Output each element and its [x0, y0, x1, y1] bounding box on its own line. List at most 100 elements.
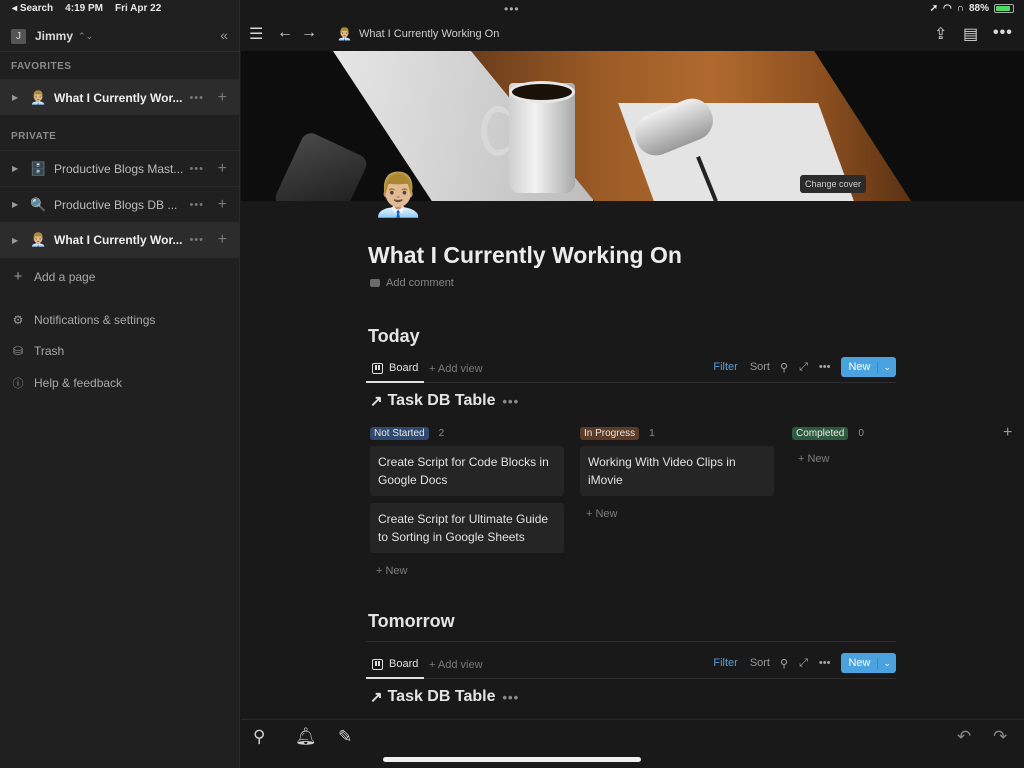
sort-button[interactable]: Sort	[750, 361, 770, 373]
new-card-button[interactable]: + New	[798, 453, 987, 465]
add-subpage-icon[interactable]: +	[218, 196, 227, 214]
board-card[interactable]: Create Script for Code Blocks in Google …	[370, 446, 564, 496]
expand-triangle-icon[interactable]: ▶	[12, 93, 22, 102]
status-tag[interactable]: Not Started	[370, 426, 429, 440]
battery-percent: 88%	[968, 3, 989, 14]
add-subpage-icon[interactable]: +	[218, 89, 227, 107]
hamburger-menu-icon[interactable]: ☰	[249, 24, 263, 44]
sidebar-item-productive-blogs-master[interactable]: ▶ 🗄️ Productive Blogs Mast... ••• +	[0, 150, 240, 186]
expand-triangle-icon[interactable]: ▶	[12, 164, 22, 173]
breadcrumb[interactable]: 👨🏼‍💼 What I Currently Working On	[337, 27, 499, 41]
comments-icon[interactable]: ▤	[963, 24, 978, 44]
search-icon[interactable]: ⚲	[253, 727, 265, 747]
notifications-settings-link[interactable]: ⚙ Notifications & settings	[11, 313, 156, 327]
share-icon[interactable]: ⇪	[934, 24, 947, 44]
database-title[interactable]: ↗ Task DB Table •••	[370, 688, 519, 706]
divider	[0, 51, 240, 52]
headphones-icon: ∩	[956, 3, 964, 14]
filter-button[interactable]: Filter	[713, 657, 737, 669]
column-count: 1	[649, 427, 655, 439]
tab-board-label: Board	[389, 658, 419, 670]
workspace-switcher[interactable]: J Jimmy ⌃⌄ «	[0, 22, 240, 50]
private-label: PRIVATE	[11, 131, 57, 142]
new-record-button[interactable]: New ⌄	[841, 653, 896, 673]
add-group-icon[interactable]: +	[1003, 424, 1012, 442]
expand-icon[interactable]: ⤢	[799, 361, 808, 374]
ios-status-bar: ◂ Search 4:19 PM Fri Apr 22 ••• ➚ ◠ ∩ 88…	[0, 0, 1024, 18]
more-options-icon[interactable]: •••	[993, 24, 1013, 42]
sidebar-item-what-i-currently-working-on[interactable]: ▶ 👨🏼‍💼 What I Currently Wor... ••• +	[0, 222, 240, 258]
more-icon[interactable]: •••	[502, 690, 519, 705]
new-card-button[interactable]: + New	[376, 565, 565, 577]
column-count: 0	[858, 427, 864, 439]
comment-icon	[370, 279, 380, 287]
more-icon[interactable]: •••	[189, 234, 204, 246]
add-view-button[interactable]: + Add view	[429, 363, 483, 375]
status-tag[interactable]: Completed	[792, 426, 849, 440]
more-icon[interactable]: •••	[189, 163, 204, 175]
favorites-label: FAVORITES	[11, 61, 72, 72]
sidebar-item-label: What I Currently Wor...	[54, 233, 183, 247]
expand-icon[interactable]: ⤢	[799, 657, 808, 670]
sidebar-item-productive-blogs-db[interactable]: ▶ 🔍 Productive Blogs DB ... ••• +	[0, 186, 240, 222]
database-title-label: Task DB Table	[387, 688, 496, 705]
multitasking-dots[interactable]: •••	[504, 2, 520, 16]
section-title-tomorrow[interactable]: Tomorrow	[368, 611, 455, 632]
back-to-search-link[interactable]: ◂ Search	[12, 3, 53, 14]
linked-db-arrow-icon: ↗	[370, 393, 383, 410]
tab-board[interactable]: Board	[366, 355, 424, 383]
board-card[interactable]: Create Script for Ultimate Guide to Sort…	[370, 503, 564, 553]
new-button-label: New	[848, 657, 871, 669]
add-comment-button[interactable]: Add comment	[370, 277, 454, 289]
expand-triangle-icon[interactable]: ▶	[12, 200, 22, 209]
chevron-down-icon[interactable]: ⌄	[877, 361, 896, 373]
page-cover-image: Change cover	[241, 51, 1024, 201]
view-toolbar: Filter Sort ⚲ ⤢ ••• New ⌄	[713, 357, 896, 377]
new-record-button[interactable]: New ⌄	[841, 357, 896, 377]
add-view-button[interactable]: + Add view	[429, 659, 483, 671]
sidebar-item-favorite-what-i-currently-working-on[interactable]: ▶ 👨🏼‍💼 What I Currently Wor... ••• +	[0, 79, 240, 115]
top-bar: ☰ ← → 👨🏼‍💼 What I Currently Working On ⇪…	[241, 18, 1024, 51]
file-cabinet-icon: 🗄️	[30, 160, 47, 176]
trash-label: Trash	[34, 344, 65, 358]
expand-triangle-icon[interactable]: ▶	[12, 236, 22, 245]
add-subpage-icon[interactable]: +	[218, 231, 227, 249]
view-toolbar: Filter Sort ⚲ ⤢ ••• New ⌄	[713, 653, 896, 673]
undo-icon[interactable]: ↶	[957, 727, 971, 747]
collapse-sidebar-icon[interactable]: «	[220, 27, 228, 43]
back-arrow-icon[interactable]: ←	[277, 24, 293, 42]
section-title-today[interactable]: Today	[368, 326, 420, 347]
search-icon[interactable]: ⚲	[780, 657, 788, 670]
status-tag[interactable]: In Progress	[580, 426, 640, 440]
filter-button[interactable]: Filter	[713, 361, 737, 373]
page-title[interactable]: What I Currently Working On	[368, 242, 682, 269]
home-indicator[interactable]	[383, 757, 641, 762]
help-feedback-link[interactable]: ⓘ Help & feedback	[11, 375, 123, 391]
redo-icon[interactable]: ↷	[993, 727, 1007, 747]
page-icon[interactable]: 👨🏼‍💼	[372, 174, 424, 216]
new-page-icon[interactable]: ✎	[338, 727, 352, 747]
sort-button[interactable]: Sort	[750, 657, 770, 669]
change-cover-button[interactable]: Change cover	[799, 175, 866, 193]
add-subpage-icon[interactable]: +	[218, 160, 227, 178]
notion-app: ◂ Search 4:19 PM Fri Apr 22 ••• ➚ ◠ ∩ 88…	[0, 0, 1024, 768]
bell-icon[interactable]: 🔔︎	[295, 727, 317, 747]
trash-link[interactable]: ⛁ Trash	[11, 344, 64, 358]
person-icon: 👨🏼‍💼	[30, 232, 47, 247]
tab-board[interactable]: Board	[366, 651, 424, 679]
more-icon[interactable]: •••	[819, 657, 831, 669]
more-icon[interactable]: •••	[819, 361, 831, 373]
forward-arrow-icon[interactable]: →	[301, 24, 317, 42]
more-icon[interactable]: •••	[502, 394, 519, 409]
database-title[interactable]: ↗ Task DB Table •••	[370, 392, 519, 410]
board-card[interactable]: Working With Video Clips in iMovie	[580, 446, 774, 496]
more-icon[interactable]: •••	[189, 92, 204, 104]
search-icon[interactable]: ⚲	[780, 361, 788, 374]
more-icon[interactable]: •••	[189, 199, 204, 211]
cover-mug-coffee	[509, 81, 575, 103]
new-card-label: New	[595, 508, 618, 520]
new-card-button[interactable]: + New	[586, 508, 775, 520]
new-button-label: New	[848, 361, 871, 373]
add-page-button[interactable]: + Add a page	[11, 268, 96, 285]
chevron-down-icon[interactable]: ⌄	[877, 657, 896, 669]
